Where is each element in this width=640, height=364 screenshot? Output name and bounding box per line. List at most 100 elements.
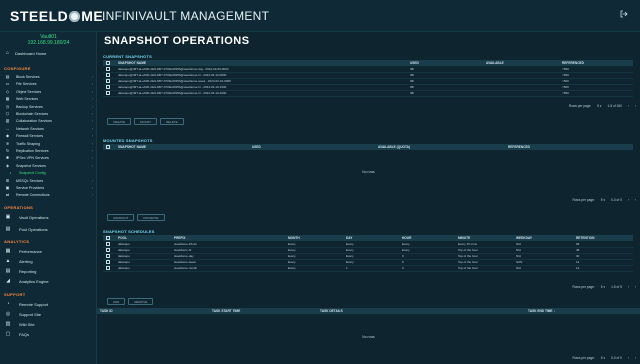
create-button[interactable]: CREATE [107, 118, 131, 125]
table-cell: <50K [559, 90, 633, 97]
chevron-right-icon: › [91, 104, 93, 109]
column-header[interactable]: REFERENCED [505, 144, 633, 150]
column-header[interactable]: AVAILABLE (QUOTA) [375, 144, 505, 150]
table-row[interactable]: datarepo steeldome-month Every 1 0 Top of the… [103, 265, 633, 272]
add-button[interactable]: ADD [107, 298, 126, 305]
sidebar-item-label: Analytics Engine [19, 278, 49, 284]
faq-icon: ▢ [5, 330, 11, 337]
table-cell: Every [285, 265, 343, 272]
column-header[interactable]: SNAPSHOT NAME [115, 144, 249, 150]
sidebar-item-label: Replication Services [16, 149, 49, 153]
column-header[interactable]: TASK ID [97, 308, 209, 314]
next-page-icon[interactable]: › [635, 356, 636, 360]
sidebar-item-network-services[interactable]: ↔ Network Services › [5, 125, 94, 132]
dashboard-home-label: Dashboard Home [15, 50, 47, 56]
sidebar-item-support-site[interactable]: ◎ Support Site [5, 310, 93, 318]
backup-icon: ◷ [5, 103, 10, 109]
sidebar-item-blockchain-services[interactable]: ⬡ Blockchain Services › [5, 111, 93, 117]
sidebar-item-collaboration-services[interactable]: ▥ Collaboration Services › [5, 118, 93, 124]
dashboard-home-link[interactable]: ⌂ Dashboard Home [6, 50, 46, 56]
mount-button[interactable]: MOUNT [133, 118, 157, 125]
chevron-right-icon: › [91, 134, 93, 139]
chevron-right-icon: › [91, 75, 93, 79]
logout-icon[interactable] [620, 10, 630, 20]
sidebar-item-snapshot-services[interactable]: ◈ Snapshot Services › [5, 163, 93, 169]
sidebar-item-label: Snapshot Config [19, 171, 46, 176]
sidebar-item-reporting[interactable]: ▤ Reporting [5, 267, 93, 275]
sidebar-item-web-services[interactable]: ▦ Web Services › [5, 96, 93, 102]
sidebar-item-traffic-shaping[interactable]: ≋ Traffic Shaping › [5, 141, 93, 147]
chevron-right-icon: › [91, 82, 93, 87]
sidebar-item-alerting[interactable]: ▲ Alerting [5, 257, 93, 265]
sidebar-item-vault-operations[interactable]: ▣ Vault Operations [5, 213, 93, 221]
network-icon: ↔ [5, 125, 10, 131]
sidebar-item-analytics-engine[interactable]: ◢ Analytics Engine [5, 277, 93, 285]
operations-heading: OPERATIONS [4, 205, 34, 210]
table-cell: 1 [343, 265, 399, 272]
next-page-icon[interactable]: › [635, 285, 636, 289]
sidebar-item-label: Reporting [19, 268, 37, 274]
snapshot-schedules-table: POOL PREFIX MONTH DAY HOUR MINUTE WEEKDA… [103, 235, 633, 272]
chevron-right-icon: › [91, 97, 93, 102]
column-header[interactable]: TASK END TIME ↓ [525, 308, 640, 314]
sidebar-item-snapshot-config[interactable]: • Snapshot Config [5, 170, 93, 176]
sidebar-item-remote-support[interactable]: ◔ Remote Support [5, 300, 93, 308]
sidebar-item-label: IPSec VPN Services [16, 156, 49, 161]
prev-page-icon[interactable]: ‹ [628, 198, 629, 202]
object-icon: ◇ [5, 88, 10, 94]
next-page-icon[interactable]: › [635, 104, 636, 108]
mounted-actions: UNMOUNT PROMOTE [107, 214, 165, 221]
chevron-right-icon: › [91, 119, 93, 124]
provider-icon: ▣ [5, 185, 10, 190]
sidebar-item-firewall-services[interactable]: ◆ Firewall Services › [5, 133, 93, 139]
sidebar-item-replication-services[interactable]: ↻ Replication Services › [5, 148, 93, 154]
sidebar-item-service-providers[interactable]: ▣ Service Providers › [5, 185, 93, 191]
chevron-right-icon: › [91, 163, 93, 168]
row-checkbox[interactable] [103, 90, 115, 97]
sidebar-item-performance[interactable]: ▦ Performance [5, 247, 93, 255]
sidebar-item-remote-connections[interactable]: ⇄ Remote Connections › [5, 192, 93, 198]
sidebar-item-ipsec-vpn-services[interactable]: ✱ IPSec VPN Services › [5, 155, 93, 161]
sidebar-item-faqs[interactable]: ▢ FAQs [5, 330, 93, 338]
sidebar-item-object-services[interactable]: ◇ Object Services › [5, 89, 93, 95]
table-cell: datarepo@tMT-at-e606-4fe9-96f7-0709e0035… [115, 90, 407, 97]
rows-per-page-select[interactable]: 5 ▾ [601, 356, 605, 360]
sidebar-item-backup-services[interactable]: ◷ Backup Services › [5, 104, 93, 110]
table-cell: Top of the hour [455, 265, 513, 272]
sidebar-item-label: Pool Operations [19, 226, 48, 232]
current-pagination: Rows per page: 5 ▾ 1-5 of 160 ‹ › [569, 104, 636, 108]
prev-page-icon[interactable]: ‹ [628, 104, 629, 108]
sidebar-item-label: Support Site [19, 311, 42, 317]
row-checkbox[interactable] [103, 265, 115, 272]
rows-per-page-select[interactable]: 5 ▾ [597, 104, 601, 108]
file-icon: ▭ [5, 81, 10, 87]
next-page-icon[interactable]: › [635, 198, 636, 202]
column-header[interactable]: TASK DETAILS [317, 308, 525, 314]
rows-per-page-select[interactable]: 5 ▾ [601, 285, 605, 289]
alert-icon: ▲ [5, 257, 11, 264]
column-header[interactable]: USED [249, 144, 375, 150]
web-icon: ▦ [5, 96, 10, 102]
delete-button[interactable]: DELETE [159, 118, 184, 125]
promote-button[interactable]: PROMOTE [137, 214, 165, 221]
table-cell: 0 [399, 265, 455, 272]
table-row[interactable]: datarepo@tMT-at-e606-4fe9-96f7-0709e0035… [103, 90, 633, 97]
sidebar-item-file-services[interactable]: ▭ File Services › [5, 81, 93, 87]
sidebar-item-pool-operations[interactable]: ▤ Pool Operations [5, 225, 93, 233]
firewall-icon: ◆ [5, 133, 10, 139]
steeldome-logo[interactable]: STEELD ME [10, 8, 103, 24]
rows-per-page-select[interactable]: 5 ▾ [601, 198, 605, 202]
sidebar-item-wiki-site[interactable]: ▥ Wiki Site [5, 320, 93, 328]
support-icon: ◎ [5, 310, 11, 317]
tasks-table: TASK ID TASK START TIME TASK DETAILS TAS… [97, 308, 640, 314]
select-all-checkbox[interactable] [103, 144, 115, 150]
snapshot-icon: ◈ [5, 162, 10, 168]
sidebar-item-block-services[interactable]: ▤ Block Services › [5, 74, 93, 80]
prev-page-icon[interactable]: ‹ [628, 356, 629, 360]
sidebar-item-mssql-services[interactable]: ⊞ MSSQL Services › [5, 178, 93, 184]
column-header[interactable]: TASK START TIME [209, 308, 317, 314]
unmount-button[interactable]: UNMOUNT [107, 214, 135, 221]
sidebar-item-label: Backup Services [16, 104, 43, 109]
prev-page-icon[interactable]: ‹ [628, 285, 629, 289]
remove-button[interactable]: REMOVE [128, 298, 154, 305]
